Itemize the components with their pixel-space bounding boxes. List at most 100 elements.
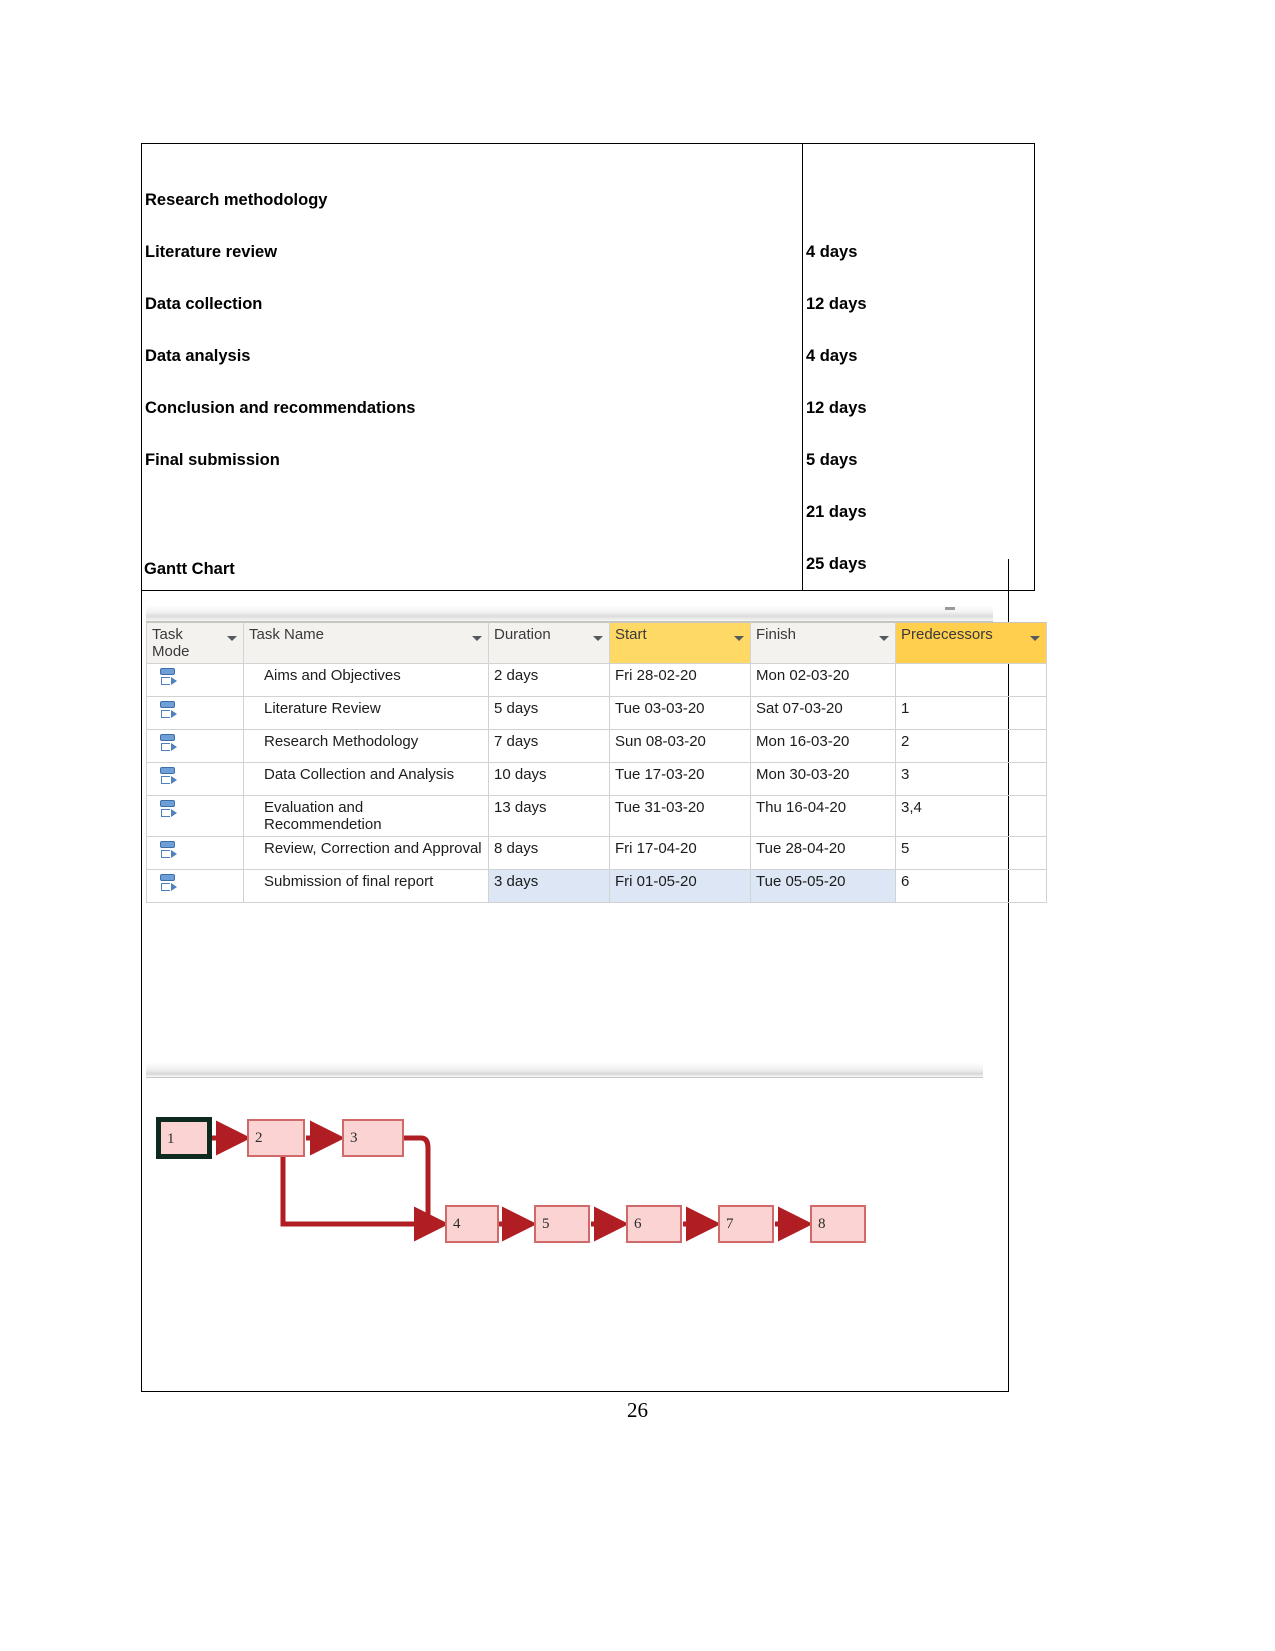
duration-label: 5 days xyxy=(806,451,858,469)
task-name-cell[interactable]: Evaluation and Recommendetion xyxy=(243,795,489,837)
task-name-cell[interactable]: Data Collection and Analysis xyxy=(243,762,489,796)
auto-schedule-icon[interactable] xyxy=(160,667,177,687)
ms-project-grid-screenshot: Task Mode Task Name Duration Start Finis… xyxy=(146,605,1047,903)
task-name-cell[interactable]: Aims and Objectives xyxy=(243,663,489,697)
filter-dropdown-icon[interactable] xyxy=(879,636,889,641)
duration-cell[interactable]: 7 days xyxy=(488,729,610,763)
auto-schedule-icon[interactable] xyxy=(160,733,177,753)
network-diagram-canvas[interactable]: 1 2 3 4 5 6 7 8 xyxy=(146,1078,983,1363)
column-header-finish[interactable]: Finish xyxy=(750,622,896,664)
column-header-label: Predecessors xyxy=(901,626,993,643)
task-list: Research methodology Literature review D… xyxy=(142,144,802,486)
start-cell[interactable]: Tue 03-03-20 xyxy=(609,696,751,730)
network-node-5[interactable]: 5 xyxy=(534,1205,590,1243)
task-mode-cell[interactable] xyxy=(146,729,244,763)
start-cell[interactable]: Fri 17-04-20 xyxy=(609,836,751,870)
auto-schedule-icon[interactable] xyxy=(160,873,177,893)
task-name-cell[interactable]: Submission of final report xyxy=(243,869,489,903)
filter-dropdown-icon[interactable] xyxy=(472,636,482,641)
column-header-start[interactable]: Start xyxy=(609,622,751,664)
finish-cell[interactable]: Sat 07-03-20 xyxy=(750,696,896,730)
filter-dropdown-icon[interactable] xyxy=(1030,636,1040,641)
predecessors-cell[interactable]: 1 xyxy=(895,696,1047,730)
auto-schedule-icon[interactable] xyxy=(160,840,177,860)
start-cell[interactable]: Sun 08-03-20 xyxy=(609,729,751,763)
task-label: Final submission xyxy=(145,451,280,469)
table-row[interactable]: Evaluation and Recommendetion 13 days Tu… xyxy=(146,795,1047,837)
task-mode-cell[interactable] xyxy=(146,696,244,730)
network-node-6[interactable]: 6 xyxy=(626,1205,682,1243)
filter-dropdown-icon[interactable] xyxy=(734,636,744,641)
duration-cell[interactable]: 8 days xyxy=(488,836,610,870)
split-handle[interactable] xyxy=(945,607,955,610)
filter-dropdown-icon[interactable] xyxy=(593,636,603,641)
duration-label: 12 days xyxy=(806,295,867,313)
network-node-3[interactable]: 3 xyxy=(342,1119,404,1157)
predecessors-cell[interactable]: 5 xyxy=(895,836,1047,870)
duration-cell[interactable]: 2 days xyxy=(488,663,610,697)
duration-cell[interactable]: 13 days xyxy=(488,795,610,837)
task-name-cell[interactable]: Research Methodology xyxy=(243,729,489,763)
table-row[interactable]: Review, Correction and Approval 8 days F… xyxy=(146,836,1047,870)
column-header-task-name[interactable]: Task Name xyxy=(243,622,489,664)
start-cell[interactable]: Fri 01-05-20 xyxy=(609,869,751,903)
network-node-4[interactable]: 4 xyxy=(445,1205,499,1243)
task-name-cell[interactable]: Review, Correction and Approval xyxy=(243,836,489,870)
start-cell[interactable]: Tue 31-03-20 xyxy=(609,795,751,837)
table-header-row: Task Mode Task Name Duration Start Finis… xyxy=(146,622,1047,664)
table-row[interactable]: Research Methodology 7 days Sun 08-03-20… xyxy=(146,729,1047,763)
column-header-label: Finish xyxy=(756,626,797,643)
table-row[interactable]: Literature Review 5 days Tue 03-03-20 Sa… xyxy=(146,696,1047,730)
task-name-cell[interactable]: Literature Review xyxy=(243,696,489,730)
predecessors-cell[interactable]: 6 xyxy=(895,869,1047,903)
network-node-7[interactable]: 7 xyxy=(718,1205,774,1243)
column-header-task-mode[interactable]: Task Mode xyxy=(146,622,244,664)
duration-label: 12 days xyxy=(806,399,867,417)
task-mode-cell[interactable] xyxy=(146,762,244,796)
task-label: Conclusion and recommendations xyxy=(145,399,416,417)
auto-schedule-icon[interactable] xyxy=(160,700,177,720)
network-diagram-toolbar xyxy=(146,1063,983,1078)
predecessors-cell[interactable] xyxy=(895,663,1047,697)
page-number: 26 xyxy=(627,1398,648,1422)
task-mode-cell[interactable] xyxy=(146,795,244,837)
duration-cell[interactable]: 5 days xyxy=(488,696,610,730)
task-table: Task Mode Task Name Duration Start Finis… xyxy=(146,622,1047,903)
finish-cell[interactable]: Mon 30-03-20 xyxy=(750,762,896,796)
task-mode-cell[interactable] xyxy=(146,836,244,870)
column-header-label: Task xyxy=(152,626,183,643)
finish-cell[interactable]: Thu 16-04-20 xyxy=(750,795,896,837)
predecessors-cell[interactable]: 3,4 xyxy=(895,795,1047,837)
table-row[interactable]: Data Collection and Analysis 10 days Tue… xyxy=(146,762,1047,796)
task-mode-cell[interactable] xyxy=(146,663,244,697)
finish-cell[interactable]: Tue 28-04-20 xyxy=(750,836,896,870)
task-mode-cell[interactable] xyxy=(146,869,244,903)
predecessors-cell[interactable]: 3 xyxy=(895,762,1047,796)
start-cell[interactable]: Fri 28-02-20 xyxy=(609,663,751,697)
finish-cell[interactable]: Mon 16-03-20 xyxy=(750,729,896,763)
network-node-8[interactable]: 8 xyxy=(810,1205,866,1243)
finish-cell[interactable]: Tue 05-05-20 xyxy=(750,869,896,903)
table-row[interactable]: Submission of final report 3 days Fri 01… xyxy=(146,869,1047,903)
table-row: Research methodology Literature review D… xyxy=(141,143,1035,591)
column-header-duration[interactable]: Duration xyxy=(488,622,610,664)
predecessors-cell[interactable]: 2 xyxy=(895,729,1047,763)
task-label: Data collection xyxy=(145,295,263,313)
start-cell[interactable]: Tue 17-03-20 xyxy=(609,762,751,796)
grid-toolbar xyxy=(146,605,993,622)
duration-list-cell: 4 days 12 days 4 days 12 days 5 days 21 … xyxy=(802,143,1035,591)
auto-schedule-icon[interactable] xyxy=(160,766,177,786)
finish-cell[interactable]: Mon 02-03-20 xyxy=(750,663,896,697)
auto-schedule-icon[interactable] xyxy=(160,799,177,819)
table-row[interactable]: Aims and Objectives 2 days Fri 28-02-20 … xyxy=(146,663,1047,697)
task-table-body: Aims and Objectives 2 days Fri 28-02-20 … xyxy=(146,663,1047,903)
duration-label: 4 days xyxy=(806,347,858,365)
network-node-1[interactable]: 1 xyxy=(156,1117,212,1159)
filter-dropdown-icon[interactable] xyxy=(227,636,237,641)
duration-cell[interactable]: 10 days xyxy=(488,762,610,796)
column-header-label: Start xyxy=(615,626,647,643)
network-node-2[interactable]: 2 xyxy=(247,1119,305,1157)
column-header-predecessors[interactable]: Predecessors xyxy=(895,622,1047,664)
duration-label: 21 days xyxy=(806,503,867,521)
duration-cell[interactable]: 3 days xyxy=(488,869,610,903)
